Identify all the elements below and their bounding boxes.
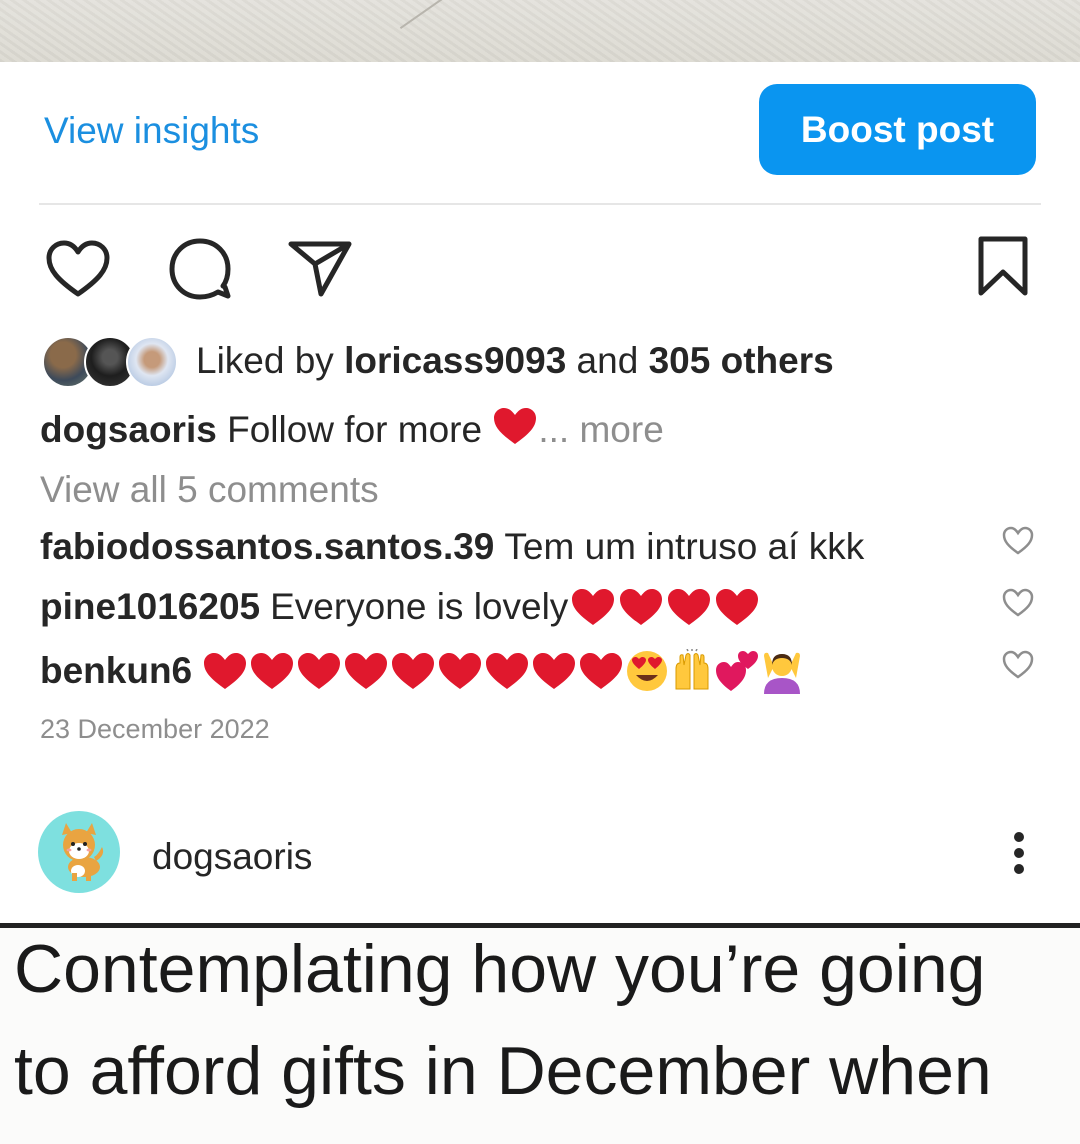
divider	[39, 203, 1041, 205]
comment-item: fabiodossantos.santos.39 Tem um intruso …	[40, 526, 864, 568]
likes-middle: and	[566, 340, 649, 381]
liker-avatars[interactable]	[42, 336, 178, 388]
comment-text: Everyone is lovely	[270, 586, 569, 627]
red-heart-emoji-icon	[533, 653, 576, 689]
caption-more-link[interactable]: more	[579, 409, 663, 450]
comment-heart-icon[interactable]	[1002, 526, 1034, 556]
comment-item: benkun6	[40, 648, 804, 694]
comment-username[interactable]: fabiodossantos.santos.39	[40, 526, 494, 568]
share-icon[interactable]	[287, 238, 353, 298]
two-hearts-emoji-icon	[716, 651, 759, 691]
red-heart-emoji-icon	[572, 589, 615, 625]
post-username[interactable]: dogsaoris	[152, 836, 312, 878]
likes-others[interactable]: 305 others	[649, 340, 834, 381]
likes-summary[interactable]: Liked by loricass9093 and 305 others	[196, 340, 834, 382]
red-heart-emoji-icon	[392, 653, 435, 689]
avatar[interactable]	[38, 811, 120, 893]
image-text-line: Contemplating how you’re going	[14, 931, 986, 1007]
liker-username[interactable]: loricass9093	[344, 340, 566, 381]
woman-gesturing-ok-emoji-icon	[764, 652, 801, 694]
post-caption: dogsaoris Follow for more ... more	[40, 406, 664, 451]
comment-heart-icon[interactable]	[1002, 650, 1034, 680]
red-heart-emoji-icon	[251, 653, 294, 689]
shiba-dog-icon	[62, 823, 104, 881]
post-image[interactable]: Contemplating how you’re going to afford…	[0, 923, 1080, 1144]
caption-text: Follow for more	[227, 409, 483, 450]
caption-ellipsis: ...	[538, 409, 570, 450]
image-text-line: to afford gifts in December when	[14, 1033, 992, 1109]
red-heart-emoji-icon	[716, 589, 759, 625]
comment-icon[interactable]	[167, 237, 233, 301]
heart-icon[interactable]	[44, 238, 112, 300]
red-heart-emoji-icon	[345, 653, 388, 689]
post-date: 23 December 2022	[40, 714, 270, 744]
raised-hands-emoji-icon	[675, 649, 709, 690]
comment-heart-icon[interactable]	[1002, 588, 1034, 618]
red-heart-emoji-icon	[494, 408, 537, 444]
more-icon[interactable]	[1008, 830, 1030, 876]
heart-emojis	[570, 587, 760, 627]
bookmark-icon[interactable]	[976, 235, 1030, 297]
avatar	[126, 336, 178, 388]
red-heart-emoji-icon	[620, 589, 663, 625]
red-heart-emoji-icon	[486, 653, 529, 689]
view-insights-link[interactable]: View insights	[44, 110, 259, 152]
comment-username[interactable]: pine1016205	[40, 586, 260, 628]
heart-eyes-emoji-icon	[627, 651, 668, 691]
comment-username[interactable]: benkun6	[40, 650, 192, 692]
boost-post-button[interactable]: Boost post	[759, 84, 1036, 175]
comment-text: Tem um intruso aí kkk	[504, 526, 865, 567]
comment-item: pine1016205 Everyone is lovely	[40, 586, 760, 628]
view-all-comments-link[interactable]: View all 5 comments	[40, 469, 379, 511]
previous-post-image[interactable]	[0, 0, 1080, 62]
comment-emojis	[202, 648, 804, 694]
red-heart-emoji-icon	[298, 653, 341, 689]
red-heart-emoji-icon	[204, 653, 247, 689]
red-heart-emoji-icon	[668, 589, 711, 625]
red-heart-emoji-icon	[580, 653, 623, 689]
likes-prefix: Liked by	[196, 340, 345, 381]
red-heart-emoji-icon	[439, 653, 482, 689]
caption-username[interactable]: dogsaoris	[40, 409, 217, 450]
